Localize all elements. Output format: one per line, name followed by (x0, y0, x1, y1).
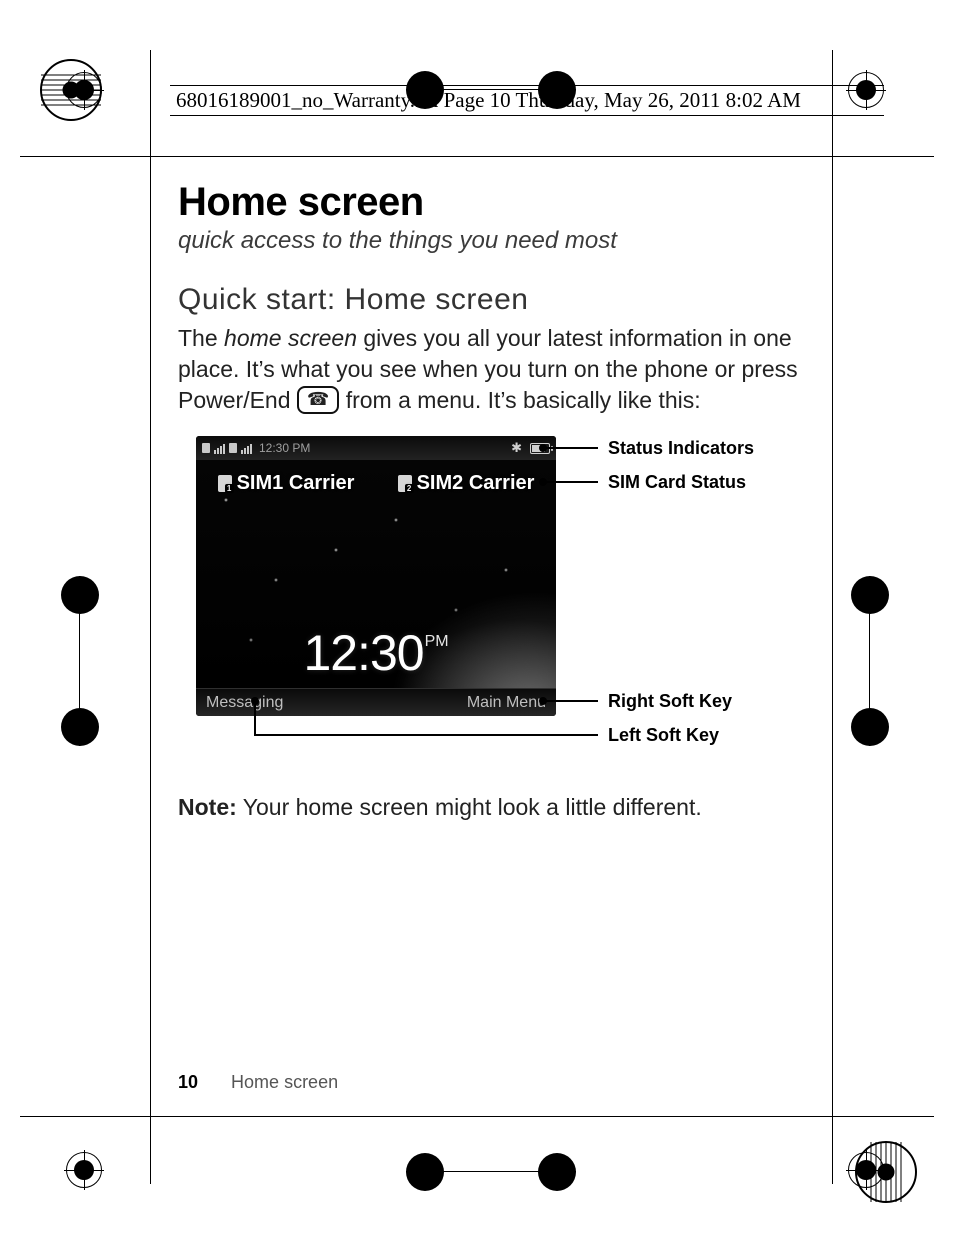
callout-line (543, 700, 598, 702)
callout-left-soft-key: Left Soft Key (608, 725, 719, 746)
footer-section-label: Home screen (231, 1072, 338, 1092)
callout-line (254, 700, 256, 736)
callout-sim-card-status: SIM Card Status (608, 472, 746, 493)
callout-line (254, 734, 598, 736)
soft-key-bar: Messaging Main Menu (196, 688, 556, 716)
page-footer: 10 Home screen (178, 1072, 338, 1093)
status-bar: 12:30 PM ✱ (196, 436, 556, 460)
callout-line (543, 447, 598, 449)
sim-card-icon (218, 475, 232, 492)
page-header: 68016189001_no_Warranty.fm Page 10 Thurs… (170, 85, 884, 116)
target-mark (854, 1140, 918, 1204)
callout-right-soft-key: Right Soft Key (608, 691, 732, 712)
sim2-carrier-label: SIM2 Carrier (417, 472, 535, 495)
right-soft-key[interactable]: Main Menu (467, 694, 546, 712)
crop-line-bottom (20, 1116, 934, 1117)
page-tagline: quick access to the things you need most (178, 227, 814, 255)
note-paragraph: Note: Your home screen might look a litt… (178, 792, 814, 823)
sim1-indicator-icon (202, 443, 210, 453)
clock-time: 12:30 (303, 625, 423, 681)
page-content: Home screen quick access to the things y… (178, 180, 814, 843)
device-screenshot: 12:30 PM ✱ SIM1 Carrier SIM2 Carrier 12:… (196, 436, 556, 716)
sim-card-icon (398, 475, 412, 492)
sim2-indicator-icon (229, 443, 237, 453)
sim1-carrier-label: SIM1 Carrier (237, 472, 355, 495)
clock-ampm: PM (425, 633, 449, 650)
signal-icon (214, 442, 225, 454)
text: The (178, 325, 224, 351)
home-clock: 12:30PM (196, 624, 556, 682)
figure-callouts: Status Indicators SIM Card Status Right … (556, 436, 954, 766)
crop-bar-mark (60, 576, 100, 746)
note-text: Your home screen might look a little dif… (237, 794, 702, 820)
statusbar-time: 12:30 PM (259, 441, 310, 455)
section-heading: Quick start: Home screen (178, 283, 814, 317)
text: from a menu. It’s basically like this: (339, 387, 700, 413)
registration-mark (64, 1150, 104, 1190)
target-mark (39, 58, 103, 122)
crop-bar-mark (406, 1152, 576, 1192)
text-italic: home screen (224, 325, 357, 351)
page-title: Home screen (178, 180, 814, 225)
note-label: Note: (178, 794, 237, 820)
crop-line-left (150, 50, 151, 1184)
bluetooth-icon: ✱ (511, 440, 522, 456)
power-end-key-icon: ☎ (297, 386, 339, 414)
sim1-status: SIM1 Carrier (218, 472, 355, 495)
left-soft-key[interactable]: Messaging (206, 694, 283, 712)
home-screen-figure: 12:30 PM ✱ SIM1 Carrier SIM2 Carrier 12:… (196, 436, 814, 766)
intro-paragraph: The home screen gives you all your lates… (178, 323, 814, 416)
callout-line (543, 481, 598, 483)
page-number: 10 (178, 1072, 198, 1092)
sim-status-row: SIM1 Carrier SIM2 Carrier (196, 472, 556, 495)
crop-line-top (20, 156, 934, 157)
signal-icon (241, 442, 252, 454)
callout-status-indicators: Status Indicators (608, 438, 754, 459)
sim2-status: SIM2 Carrier (398, 472, 535, 495)
